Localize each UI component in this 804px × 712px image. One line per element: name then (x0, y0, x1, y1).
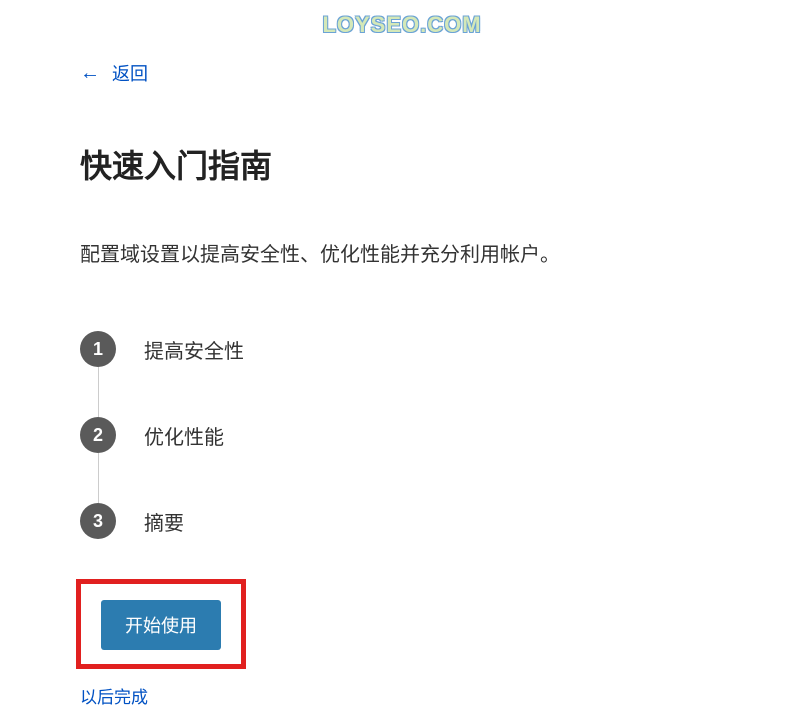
back-link[interactable]: ← 返回 (80, 60, 148, 86)
page-description: 配置域设置以提高安全性、优化性能并充分利用帐户。 (80, 239, 804, 271)
step-label: 提高安全性 (144, 335, 244, 364)
step-number-badge: 3 (80, 503, 116, 539)
step-item: 1 提高安全性 (80, 331, 804, 367)
step-connector (98, 453, 99, 503)
step-label: 摘要 (144, 507, 184, 536)
arrow-left-icon: ← (80, 63, 100, 83)
step-number-badge: 2 (80, 417, 116, 453)
highlighted-action-box: 开始使用 (76, 579, 246, 669)
step-item: 3 摘要 (80, 503, 804, 539)
page-title: 快速入门指南 (80, 141, 804, 187)
main-container: ← 返回 快速入门指南 配置域设置以提高安全性、优化性能并充分利用帐户。 1 提… (0, 0, 804, 708)
step-connector (98, 367, 99, 417)
step-item: 2 优化性能 (80, 417, 804, 453)
step-number-badge: 1 (80, 331, 116, 367)
steps-list: 1 提高安全性 2 优化性能 3 摘要 (80, 331, 804, 539)
start-button[interactable]: 开始使用 (101, 600, 221, 650)
step-label: 优化性能 (144, 421, 224, 450)
finish-later-link[interactable]: 以后完成 (80, 683, 148, 708)
watermark-text: LOYSEO.COM (322, 12, 481, 38)
back-label: 返回 (112, 60, 148, 86)
